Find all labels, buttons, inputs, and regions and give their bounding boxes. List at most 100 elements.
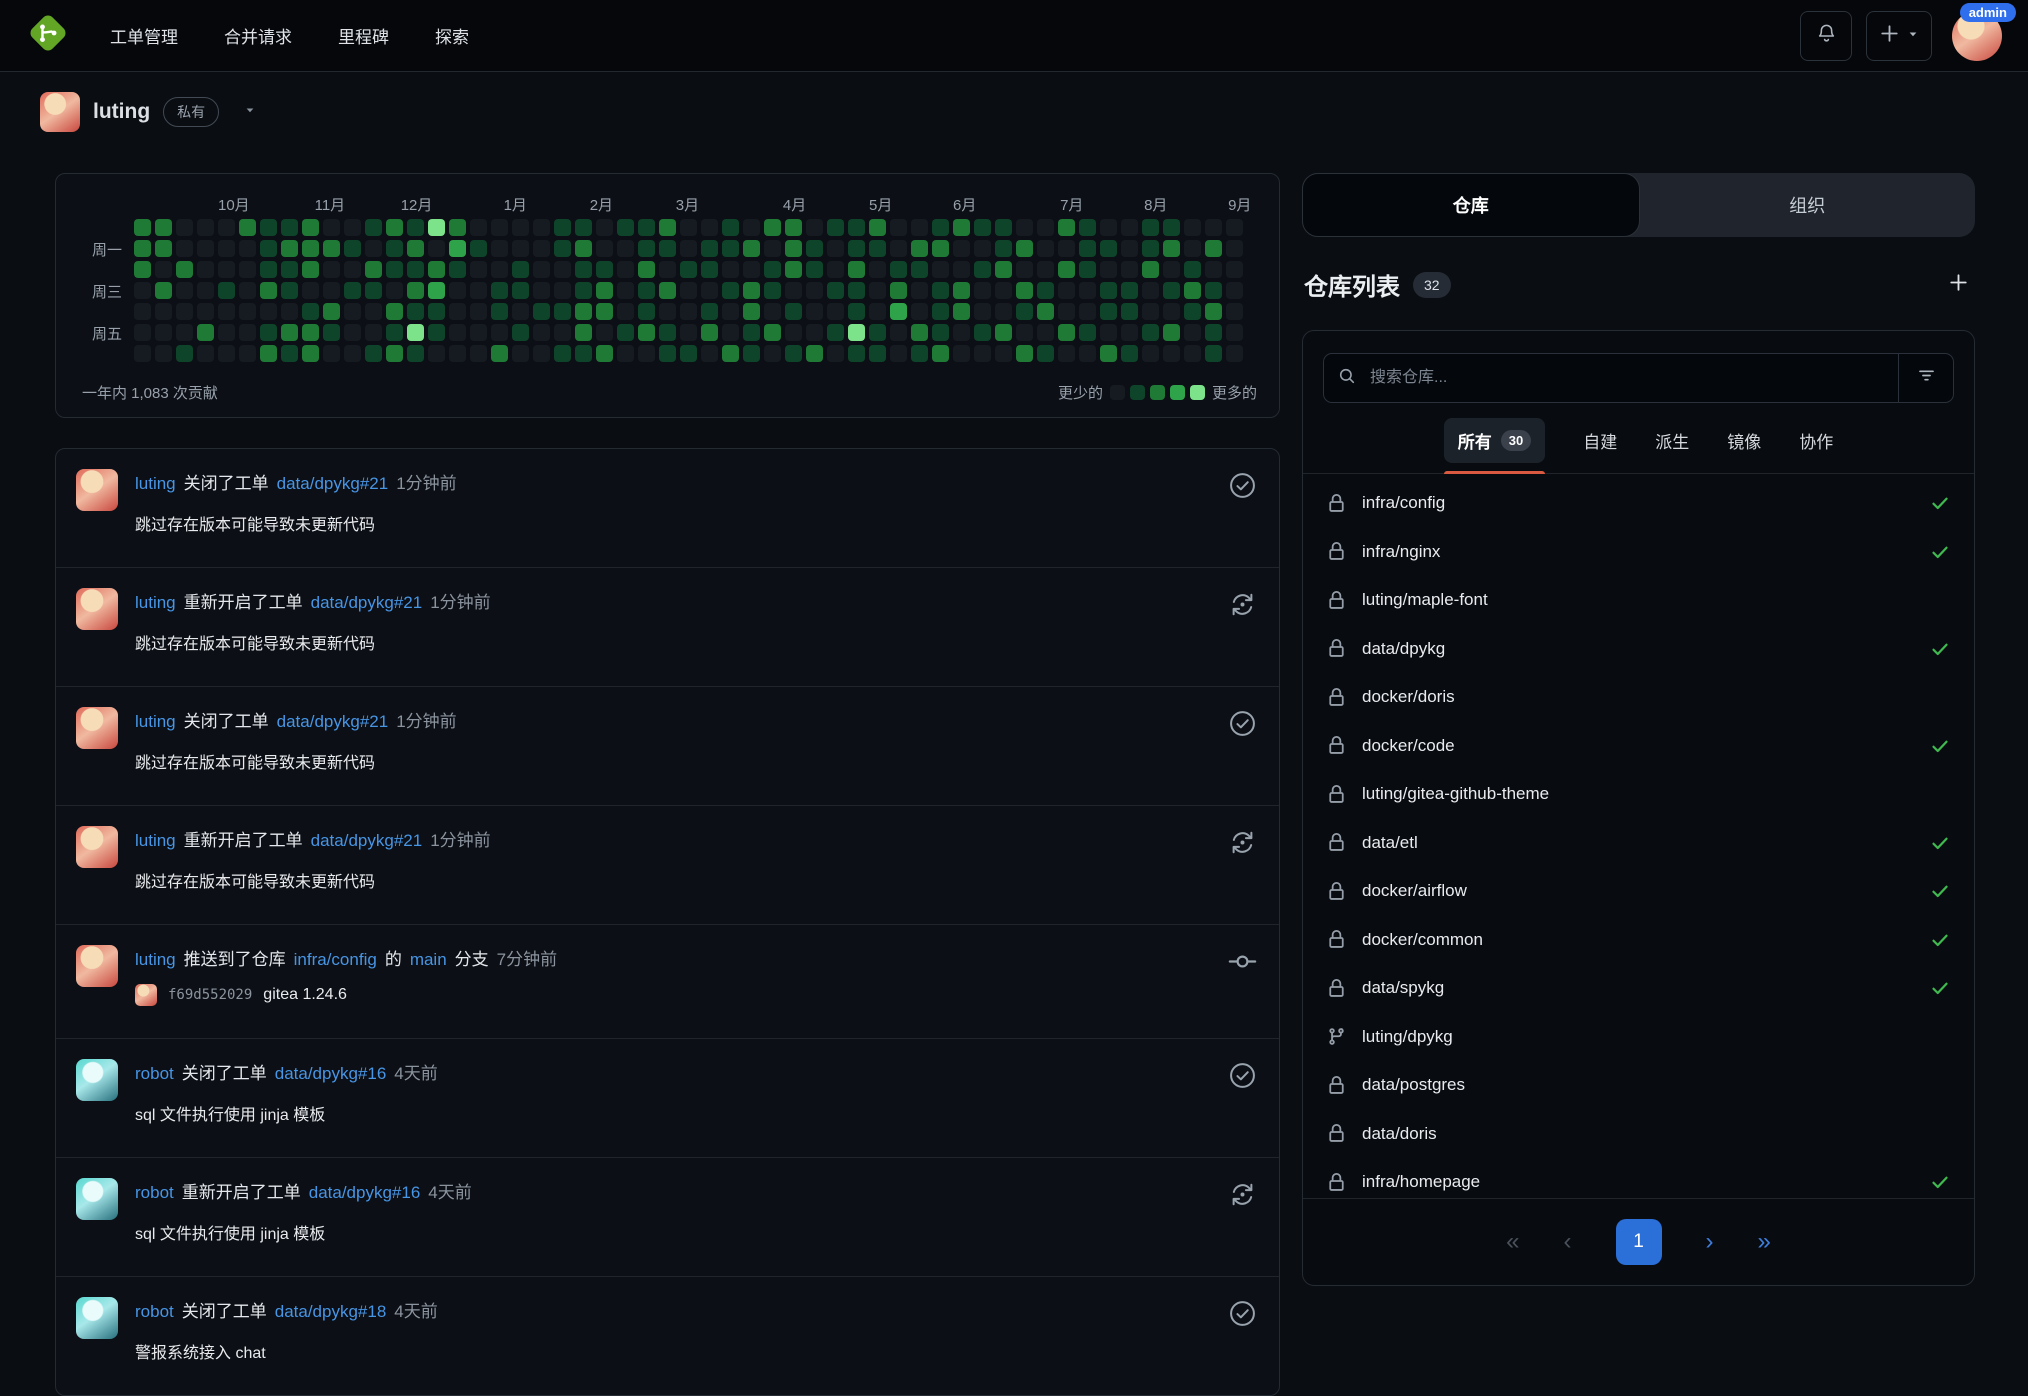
page-prev-button[interactable]: ‹ [1564,1228,1572,1256]
nav-merge-requests[interactable]: 合并请求 [224,23,292,48]
page-last-button[interactable]: » [1758,1228,1771,1256]
repo-link[interactable]: docker/common [1362,930,1483,950]
nav-explore[interactable]: 探索 [435,23,469,48]
repo-link[interactable]: infra/nginx [1362,542,1440,562]
check-icon [1930,978,1950,998]
repo-list-item[interactable]: infra/homepage [1327,1158,1950,1198]
repo-link[interactable]: luting/maple-font [1362,590,1488,610]
search-input[interactable] [1368,368,1898,388]
branch-link[interactable]: main [410,950,447,970]
notifications-button[interactable] [1800,11,1852,61]
target-link[interactable]: data/dpykg#21 [311,831,423,851]
user-link[interactable]: luting [135,950,176,970]
repo-filter-item[interactable]: 自建 [1583,407,1617,473]
repo-filter-item[interactable]: 镜像 [1727,407,1761,473]
repo-list-item[interactable]: docker/common [1327,916,1950,965]
repo-list-item[interactable]: data/spykg [1327,964,1950,1013]
repo-link[interactable]: docker/airflow [1362,881,1467,901]
repo-filter-button[interactable] [1898,354,1953,402]
heatmap-cell [344,261,361,278]
page-current[interactable]: 1 [1616,1219,1662,1265]
repo-filter-item[interactable]: 协作 [1799,407,1833,473]
heatmap-cell [890,219,907,236]
new-repo-button[interactable] [1948,272,1969,298]
target-link[interactable]: data/dpykg#18 [275,1302,387,1322]
repo-link[interactable]: data/etl [1362,833,1418,853]
page-next-button[interactable]: › [1706,1228,1714,1256]
avatar[interactable] [76,1059,118,1101]
create-new-button[interactable] [1866,11,1932,61]
avatar[interactable] [76,707,118,749]
action-text: 推送到了仓库 [184,945,286,970]
heatmap-cell [596,303,613,320]
repo-list-item[interactable]: docker/airflow [1327,867,1950,916]
target-link[interactable]: data/dpykg#16 [309,1183,421,1203]
nav-milestones[interactable]: 里程碑 [338,23,389,48]
tab-repositories[interactable]: 仓库 [1302,173,1640,237]
gitea-logo[interactable] [26,11,70,60]
repo-link[interactable]: infra/homepage [1362,1172,1480,1192]
user-link[interactable]: robot [135,1183,174,1203]
target-link[interactable]: data/dpykg#21 [277,712,389,732]
avatar[interactable] [76,945,118,987]
lock-icon [1327,494,1347,513]
target-link[interactable]: data/dpykg#21 [277,474,389,494]
user-link[interactable]: luting [135,831,176,851]
heatmap-cell [323,324,340,341]
timestamp: 4天前 [394,1059,437,1084]
repo-list-item[interactable]: luting/dpykg [1327,1013,1950,1062]
repo-link[interactable]: data/doris [1362,1124,1437,1144]
repo-list-item[interactable]: docker/doris [1327,673,1950,722]
heatmap-cell [1037,303,1054,320]
repo-list-item[interactable]: luting/maple-font [1327,576,1950,625]
repo-link[interactable]: docker/code [1362,736,1455,756]
repo-list-item[interactable]: infra/nginx [1327,528,1950,577]
avatar[interactable] [76,826,118,868]
user-menu[interactable]: admin [1952,11,2002,61]
repo-list-item[interactable]: luting/gitea-github-theme [1327,770,1950,819]
chevron-down-icon[interactable] [244,103,256,121]
repo-link[interactable]: luting/dpykg [1362,1027,1453,1047]
repo-link[interactable]: docker/doris [1362,687,1455,707]
avatar[interactable] [76,1297,118,1339]
heatmap-cell [596,240,613,257]
heatmap-cell [1121,240,1138,257]
repo-list-item[interactable]: data/dpykg [1327,625,1950,674]
user-link[interactable]: robot [135,1302,174,1322]
target-link[interactable]: data/dpykg#21 [311,593,423,613]
avatar[interactable] [76,469,118,511]
repo-list-item[interactable]: infra/config [1327,479,1950,528]
repo-list-item[interactable]: data/doris [1327,1110,1950,1159]
repo-link[interactable]: data/dpykg [1362,639,1445,659]
repo-list-item[interactable]: data/etl [1327,819,1950,868]
gitea-logo[interactable] [26,11,70,60]
tab-organizations[interactable]: 组织 [1640,173,1976,237]
commit-sha[interactable]: f69d552029 [168,987,252,1003]
repo-filter-active[interactable]: 所有30 [1444,407,1545,473]
repo-list-item[interactable]: data/postgres [1327,1061,1950,1110]
heatmap-cell [596,324,613,341]
repo-list-item[interactable]: docker/code [1327,722,1950,771]
avatar[interactable] [76,588,118,630]
user-link[interactable]: luting [135,593,176,613]
heatmap-cell [302,345,319,362]
repo-filter-item[interactable]: 派生 [1655,407,1689,473]
repo-link[interactable]: infra/config [1362,493,1445,513]
repo-link[interactable]: luting/gitea-github-theme [1362,784,1549,804]
page-first-button[interactable]: « [1506,1228,1519,1256]
target-link[interactable]: data/dpykg#16 [275,1064,387,1084]
user-link[interactable]: luting [135,474,176,494]
nav-issues[interactable]: 工单管理 [110,23,178,48]
repo-link[interactable]: data/spykg [1362,978,1444,998]
heatmap-cell [1205,240,1222,257]
avatar[interactable] [40,92,80,132]
legend-swatch [1130,385,1145,400]
user-link[interactable]: luting [135,712,176,732]
target-link[interactable]: infra/config [294,950,377,970]
repo-link[interactable]: data/postgres [1362,1075,1465,1095]
user-link[interactable]: robot [135,1064,174,1084]
heatmap-cell [512,303,529,320]
heatmap-cell [722,303,739,320]
heatmap-cell [428,240,445,257]
avatar[interactable] [76,1178,118,1220]
